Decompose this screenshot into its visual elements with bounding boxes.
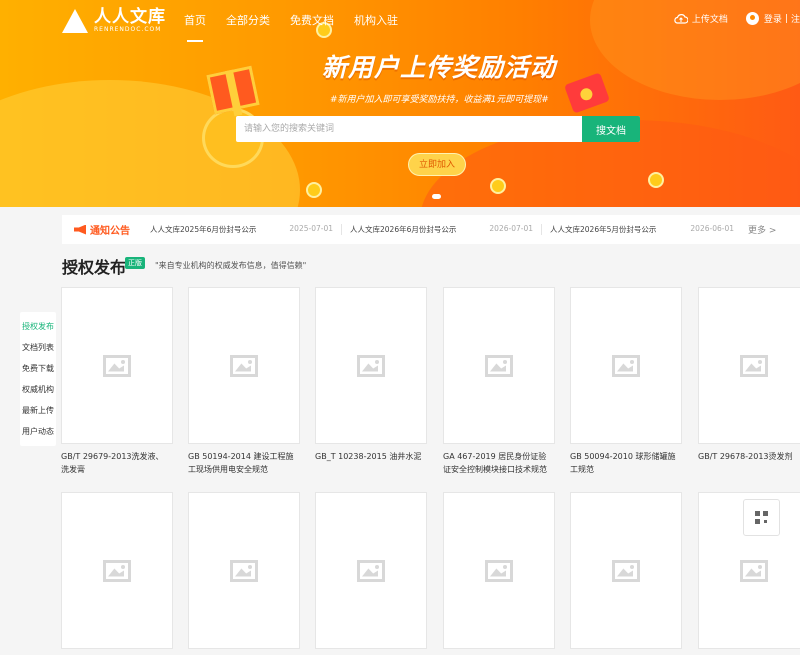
upload-label: 上传文档 (691, 15, 728, 25)
document-card[interactable]: GB/T 29679-2013洗发液、洗发膏 (61, 287, 173, 476)
coin-illustration (648, 172, 664, 188)
document-thumbnail[interactable] (188, 287, 300, 444)
notice-item-date: 2025-07-01 (289, 224, 333, 233)
carousel-dots (432, 194, 441, 199)
floating-side-nav: 授权发布 文档列表 免费下载 权威机构 最新上传 用户动态 (20, 312, 56, 446)
qr-code-icon (755, 511, 768, 524)
document-thumbnail[interactable] (698, 287, 800, 444)
image-placeholder-icon (230, 559, 258, 582)
notice-item[interactable]: 人人文库2026年5月份封号公示 2026-06-01 (542, 224, 742, 235)
nav-item-institutions[interactable]: 机构入驻 (354, 12, 398, 34)
notice-item[interactable]: 人人文库2026年6月份封号公示 2026-07-01 (342, 224, 542, 235)
document-card[interactable]: GB/T 29678-2013烫发剂 (698, 287, 800, 463)
cloud-upload-icon (674, 13, 688, 24)
search-bar: 搜文档 (236, 116, 640, 142)
nav-item-categories[interactable]: 全部分类 (226, 12, 270, 34)
document-card[interactable]: GA 467-2019 居民身份证验证安全控制模块接口技术规范 (443, 287, 555, 476)
image-placeholder-icon (612, 354, 640, 377)
login-link[interactable]: 登录 | 注 (745, 12, 800, 25)
notice-item[interactable]: 人人文库2025年6月份封号公示 2025-07-01 (142, 224, 342, 235)
notice-bar: 通知公告 人人文库2025年6月份封号公示 2025-07-01 人人文库202… (62, 215, 800, 244)
document-title[interactable]: GB_T 10238-2015 油井水泥 (315, 450, 427, 463)
gift-box-illustration (206, 65, 260, 115)
document-thumbnail[interactable] (570, 287, 682, 444)
image-placeholder-icon (612, 559, 640, 582)
image-placeholder-icon (103, 354, 131, 377)
section-description: "来自专业机构的权威发布信息，值得信赖" (155, 261, 307, 270)
search-input[interactable] (236, 116, 582, 142)
notice-item-title[interactable]: 人人文库2026年6月份封号公示 (350, 224, 456, 235)
red-packet-illustration (564, 72, 610, 114)
document-card[interactable] (61, 492, 173, 655)
image-placeholder-icon (740, 354, 768, 377)
image-placeholder-icon (230, 354, 258, 377)
genuine-badge: 正版 (125, 257, 145, 269)
coin-illustration (306, 182, 322, 198)
document-thumbnail[interactable] (443, 287, 555, 444)
carousel-dot[interactable] (432, 194, 441, 199)
document-thumbnail[interactable] (570, 492, 682, 649)
notice-more-link[interactable]: 更多 > (748, 223, 776, 236)
login-label: 登录 (763, 15, 782, 25)
banner-headline: 新用户上传奖励活动 (322, 53, 557, 82)
main-nav: 首页 全部分类 免费文档 机构入驻 (184, 12, 398, 42)
document-thumbnail[interactable] (61, 287, 173, 444)
sidenav-item-latest[interactable]: 最新上传 (20, 400, 56, 421)
sidenav-item-authorized[interactable]: 授权发布 (20, 316, 56, 337)
banner-subline: #新用户加入即可享受奖励扶持，收益满1元即可提现# (330, 95, 549, 105)
user-actions: 上传文档 登录 | 注 (674, 12, 800, 25)
megaphone-icon (74, 224, 86, 235)
image-placeholder-icon (357, 559, 385, 582)
document-title[interactable]: GB 50094-2010 球形储罐施工规范 (570, 450, 682, 476)
document-thumbnail[interactable] (443, 492, 555, 649)
document-title[interactable]: GB/T 29679-2013洗发液、洗发膏 (61, 450, 173, 476)
logo-icon (62, 9, 88, 33)
coin-illustration (490, 178, 506, 194)
document-card[interactable]: GB_T 10238-2015 油井水泥 (315, 287, 427, 463)
join-now-button[interactable]: 立即加入 (408, 153, 466, 176)
site-logo[interactable]: 人人文库 RENRENDOC.COM (62, 8, 166, 34)
image-placeholder-icon (485, 559, 513, 582)
image-placeholder-icon (103, 559, 131, 582)
notice-title-text: 通知公告 (90, 226, 130, 237)
sidenav-item-institutions[interactable]: 权威机构 (20, 379, 56, 400)
search-button[interactable]: 搜文档 (582, 116, 640, 142)
section-title: 授权发布 (62, 258, 127, 277)
image-placeholder-icon (740, 559, 768, 582)
document-card[interactable] (315, 492, 427, 655)
image-placeholder-icon (485, 354, 513, 377)
document-title[interactable]: GA 467-2019 居民身份证验证安全控制模块接口技术规范 (443, 450, 555, 476)
document-card[interactable]: GB 50094-2010 球形储罐施工规范 (570, 287, 682, 476)
document-card[interactable] (188, 492, 300, 655)
nav-item-home[interactable]: 首页 (184, 12, 206, 42)
sidenav-item-doc-list[interactable]: 文档列表 (20, 337, 56, 358)
document-thumbnail[interactable] (315, 492, 427, 649)
document-card[interactable] (570, 492, 682, 655)
notice-item-title[interactable]: 人人文库2025年6月份封号公示 (150, 224, 256, 235)
nav-item-free-docs[interactable]: 免费文档 (290, 12, 334, 34)
logo-text: 人人文库 (94, 7, 166, 27)
document-title[interactable]: GB/T 29678-2013烫发剂 (698, 450, 800, 463)
notice-item-title[interactable]: 人人文库2026年5月份封号公示 (550, 224, 656, 235)
register-label[interactable]: 注 (791, 12, 800, 25)
hero-banner: 人人文库 RENRENDOC.COM 首页 全部分类 免费文档 机构入驻 上传文… (0, 0, 800, 207)
image-placeholder-icon (357, 354, 385, 377)
document-thumbnail[interactable] (61, 492, 173, 649)
sidenav-item-free-download[interactable]: 免费下载 (20, 358, 56, 379)
upload-button[interactable]: 上传文档 (674, 12, 728, 25)
notice-item-date: 2026-06-01 (690, 224, 734, 233)
user-avatar-icon (745, 12, 759, 25)
logo-subtext: RENRENDOC.COM (94, 26, 162, 33)
document-title[interactable]: GB 50194-2014 建设工程施工现场供用电安全规范 (188, 450, 300, 476)
document-thumbnail[interactable] (188, 492, 300, 649)
sidenav-item-user-activity[interactable]: 用户动态 (20, 421, 56, 442)
document-card[interactable] (443, 492, 555, 655)
notice-title: 通知公告 (74, 222, 142, 237)
qr-code-button[interactable] (743, 499, 780, 536)
notice-item-date: 2026-07-01 (489, 224, 533, 233)
document-thumbnail[interactable] (315, 287, 427, 444)
document-card[interactable]: GB 50194-2014 建设工程施工现场供用电安全规范 (188, 287, 300, 476)
